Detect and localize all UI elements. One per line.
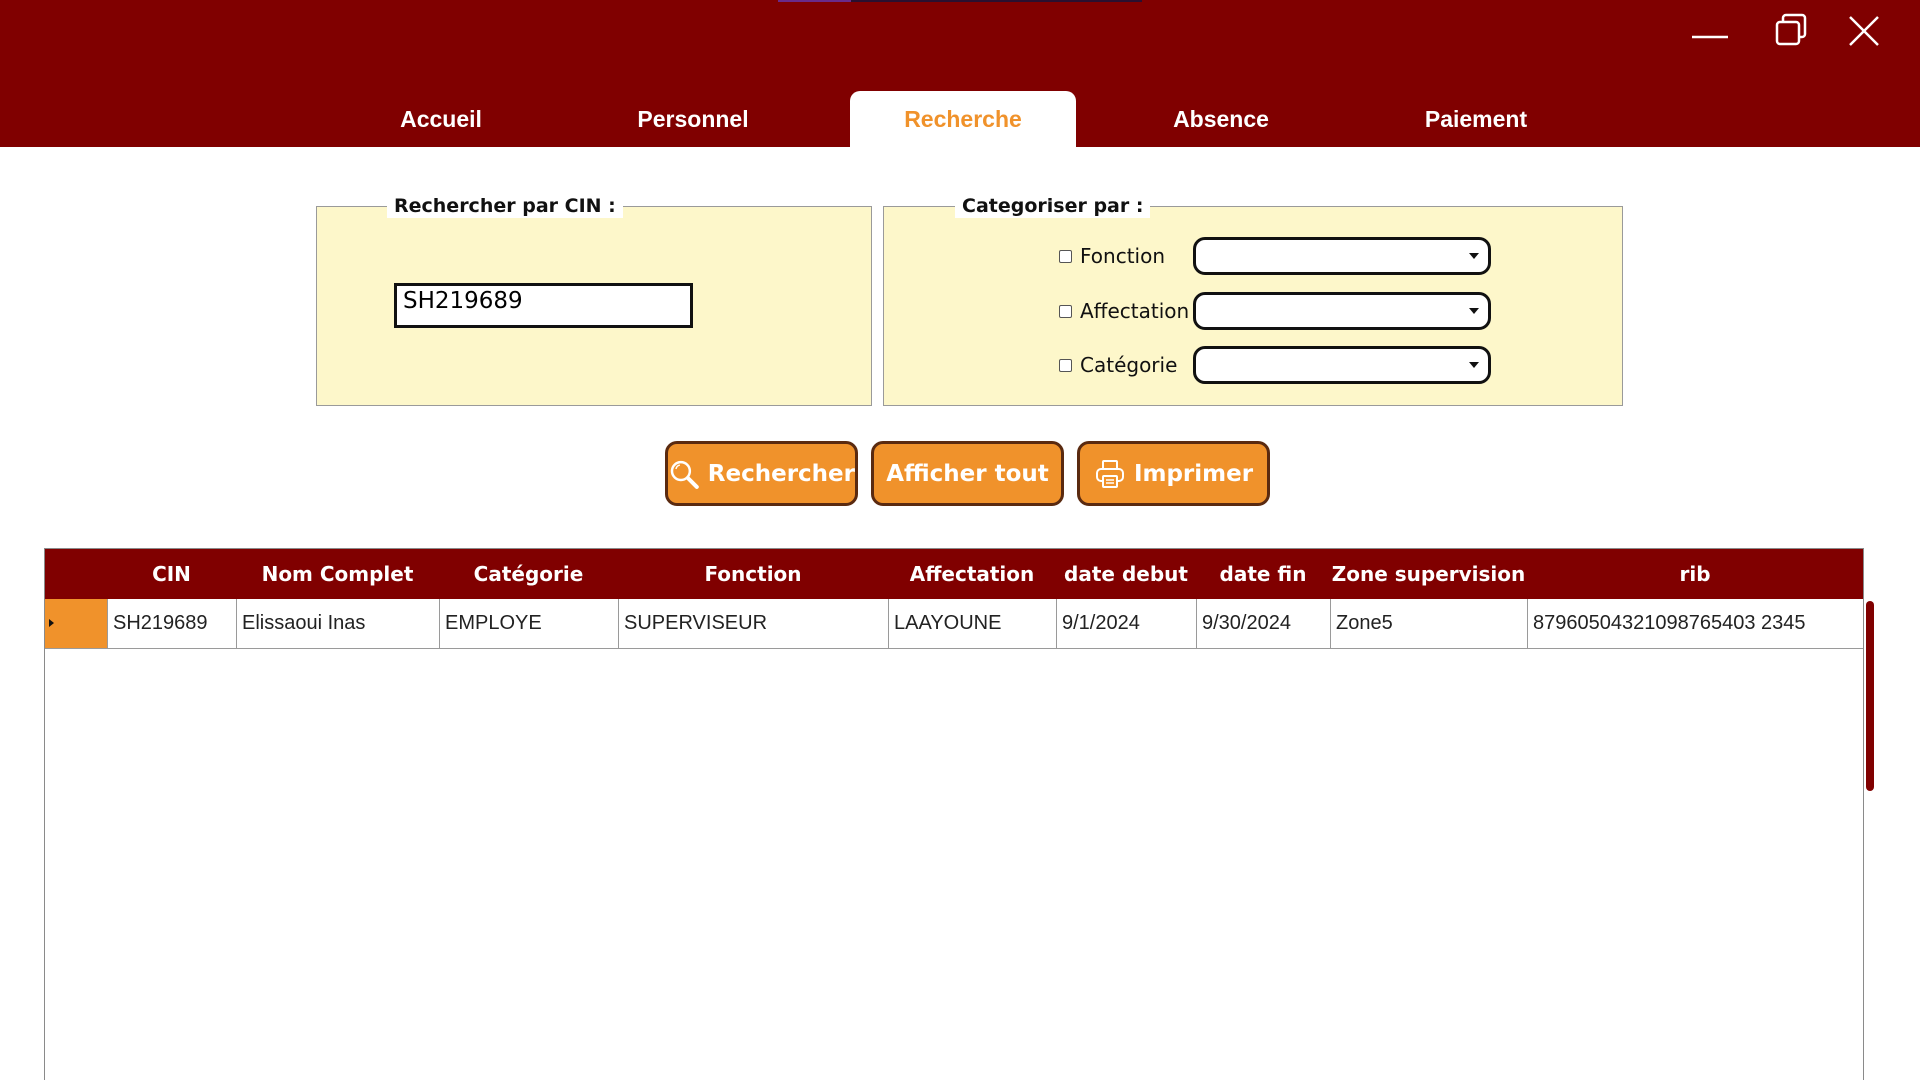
close-button[interactable]: [1836, 8, 1892, 54]
printer-icon: [1095, 459, 1124, 488]
chevron-down-icon: [1469, 362, 1479, 368]
cell-cin[interactable]: SH219689: [107, 599, 236, 648]
minimize-icon: [1692, 35, 1728, 39]
column-header-rib[interactable]: rib: [1527, 549, 1863, 599]
search-button[interactable]: Rechercher: [665, 441, 858, 506]
column-header-affectation[interactable]: Affectation: [888, 549, 1056, 599]
column-header-zone-supervision[interactable]: Zone supervision: [1330, 549, 1527, 599]
results-table: CIN Nom Complet Catégorie Fonction Affec…: [44, 548, 1864, 1080]
tab-accueil[interactable]: Accueil: [350, 91, 532, 147]
cell-affectation[interactable]: LAAYOUNE: [888, 599, 1056, 648]
table-row[interactable]: SH219689 Elissaoui Inas EMPLOYE SUPERVIS…: [45, 599, 1863, 649]
column-header-categorie[interactable]: Catégorie: [439, 549, 618, 599]
search-cin-legend: Rechercher par CIN :: [387, 194, 623, 218]
title-bar-accent-highlight: [778, 0, 851, 2]
vertical-scrollbar[interactable]: [1866, 601, 1874, 791]
tab-absence[interactable]: Absence: [1130, 91, 1312, 147]
categorie-checkbox[interactable]: [1059, 358, 1072, 372]
tab-recherche[interactable]: Recherche: [850, 91, 1076, 147]
tab-personnel[interactable]: Personnel: [600, 91, 786, 147]
affectation-label: Affectation: [1080, 299, 1190, 323]
column-header-nom-complet[interactable]: Nom Complet: [236, 549, 439, 599]
minimize-button[interactable]: [1682, 8, 1738, 54]
table-header: CIN Nom Complet Catégorie Fonction Affec…: [45, 549, 1863, 599]
categorize-group: Categoriser par : Fonction Affectation C…: [883, 194, 1623, 406]
filter-fonction-row: Fonction: [1059, 238, 1165, 274]
fonction-dropdown[interactable]: [1193, 237, 1491, 275]
chevron-down-icon: [1469, 253, 1479, 259]
column-header-date-fin[interactable]: date fin: [1196, 549, 1330, 599]
row-selector[interactable]: [45, 599, 107, 648]
current-row-arrow-icon: [49, 619, 54, 627]
cell-fonction[interactable]: SUPERVISEUR: [618, 599, 888, 648]
restore-icon: [1775, 13, 1807, 46]
column-header-cin[interactable]: CIN: [107, 549, 236, 599]
cin-search-input[interactable]: SH219689: [394, 283, 693, 328]
search-icon: [670, 460, 699, 489]
search-button-label: Rechercher: [707, 460, 855, 487]
print-button-label: Imprimer: [1133, 460, 1254, 487]
close-icon: [1849, 16, 1879, 46]
title-bar: Accueil Personnel Recherche Absence Paie…: [0, 0, 1920, 147]
column-header-date-debut[interactable]: date debut: [1056, 549, 1196, 599]
tab-paiement[interactable]: Paiement: [1380, 91, 1572, 147]
categorie-dropdown[interactable]: [1193, 346, 1491, 384]
column-header-fonction[interactable]: Fonction: [618, 549, 888, 599]
cell-rib[interactable]: 87960504321098765403 2345: [1527, 599, 1863, 648]
search-cin-group: Rechercher par CIN : SH219689: [316, 194, 872, 406]
cell-nom-complet[interactable]: Elissaoui Inas: [236, 599, 439, 648]
cell-categorie[interactable]: EMPLOYE: [439, 599, 618, 648]
print-button[interactable]: Imprimer: [1077, 441, 1270, 506]
chevron-down-icon: [1469, 308, 1479, 314]
filter-affectation-row: Affectation: [1059, 293, 1189, 329]
show-all-button[interactable]: Afficher tout: [871, 441, 1064, 506]
filter-categorie-row: Catégorie: [1059, 347, 1177, 383]
fonction-checkbox[interactable]: [1059, 249, 1072, 263]
cell-date-fin[interactable]: 9/30/2024: [1196, 599, 1330, 648]
show-all-button-label: Afficher tout: [886, 460, 1049, 487]
affectation-checkbox[interactable]: [1059, 304, 1072, 318]
categorie-label: Catégorie: [1080, 353, 1178, 377]
cell-zone-supervision[interactable]: Zone5: [1330, 599, 1527, 648]
cell-date-debut[interactable]: 9/1/2024: [1056, 599, 1196, 648]
affectation-dropdown[interactable]: [1193, 292, 1491, 330]
maximize-button[interactable]: [1763, 8, 1819, 54]
fonction-label: Fonction: [1080, 244, 1166, 268]
categorize-legend: Categoriser par :: [955, 194, 1151, 218]
